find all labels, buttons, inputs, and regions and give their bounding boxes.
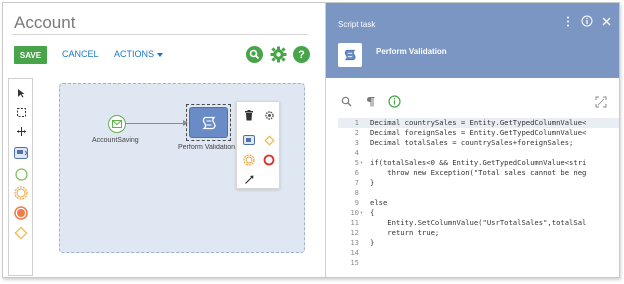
script-icon (201, 116, 216, 129)
add-intermediate-event-icon[interactable] (242, 153, 256, 167)
line-number: 6 (354, 168, 359, 177)
task-node-label: Perform Validation (178, 144, 236, 151)
code-line[interactable]: 7} (338, 178, 619, 188)
info-icon[interactable] (581, 15, 593, 27)
line-number: 11 (350, 218, 359, 227)
pointer-icon[interactable] (13, 85, 29, 101)
code-text: return true; (370, 228, 440, 237)
line-number: 12 (350, 228, 359, 237)
code-line[interactable]: 14 (338, 248, 619, 258)
gateway-icon[interactable] (13, 225, 29, 241)
paragraph-icon[interactable] (364, 95, 377, 108)
panel-header: Script task Perform Validation (326, 3, 619, 78)
code-editor[interactable]: 1 Decimal countrySales = Entity.GetTypedC… (338, 118, 619, 277)
code-text: Decimal totalSales = countrySales+foreig… (370, 138, 574, 147)
line-number: 13 (350, 238, 359, 247)
code-line[interactable]: 12 return true; (338, 228, 619, 238)
fold-toggle-icon[interactable]: ▾ (360, 158, 368, 168)
line-number: 9 (354, 198, 359, 207)
script-task-type-icon (338, 43, 362, 67)
code-text: if(totalSales<0 && Entity.GetTypedColumn… (370, 158, 587, 167)
envelope-icon (112, 120, 122, 128)
window-frame: Account SAVE CANCEL ACTIONS ? AccountSav… (2, 2, 620, 278)
code-line[interactable]: 13} (338, 238, 619, 248)
line-number: 14 (350, 248, 359, 257)
code-text: Entity.SetColumnValue("UsrTotalSales",to… (370, 218, 587, 227)
code-line[interactable]: 9 else (338, 198, 619, 208)
panel-task-name: Perform Validation (376, 47, 447, 56)
editor-toolbar (340, 95, 401, 108)
close-icon[interactable] (600, 15, 612, 27)
code-text: } (370, 178, 375, 187)
line-number: 15 (350, 258, 359, 267)
code-text: } (370, 238, 375, 247)
search-icon[interactable] (246, 46, 263, 63)
code-line[interactable]: 10 ▾{ (338, 208, 619, 218)
panel-title: Script task (338, 20, 376, 29)
connector-arrow-icon[interactable] (242, 172, 256, 186)
help-icon[interactable]: ? (293, 46, 310, 63)
title-divider (12, 34, 308, 35)
quick-actions-panel (236, 101, 280, 189)
add-task-icon[interactable] (242, 133, 256, 147)
code-text: throw new Exception("Total sales cannot … (370, 168, 587, 177)
more-options-icon[interactable] (562, 15, 574, 27)
expand-icon[interactable] (595, 95, 607, 108)
actions-label: ACTIONS (114, 49, 155, 59)
element-palette (8, 78, 33, 276)
start-event-label: AccountSaving (92, 137, 139, 144)
line-number: 8 (354, 188, 359, 197)
line-number: 1 (354, 118, 359, 127)
search-icon[interactable] (340, 95, 353, 108)
gear-icon[interactable] (269, 46, 287, 63)
pan-icon[interactable] (13, 123, 29, 139)
code-line[interactable]: 2 Decimal foreignSales = Entity.GetTypedC… (338, 128, 619, 138)
line-number: 10 (350, 208, 359, 217)
code-line[interactable]: 6 throw new Exception("Total sales canno… (338, 168, 619, 178)
code-text: else (370, 198, 388, 207)
properties-panel: Script task Perform Validation 1 Decimal… (325, 3, 619, 277)
intermediate-event-icon[interactable] (13, 185, 29, 201)
panel-header-actions (562, 15, 612, 27)
settings-icon[interactable] (262, 108, 276, 122)
start-event-node[interactable] (108, 115, 126, 133)
caret-down-icon (157, 52, 164, 57)
actions-menu-button[interactable]: ACTIONS (114, 49, 164, 59)
start-event-icon[interactable] (13, 166, 29, 182)
cancel-button[interactable]: CANCEL (62, 49, 99, 59)
lasso-icon[interactable] (13, 104, 29, 120)
code-text: Decimal foreignSales = Entity.GetTypedCo… (370, 128, 587, 137)
code-line[interactable]: 4 (338, 148, 619, 158)
add-end-event-icon[interactable] (262, 153, 276, 167)
code-line[interactable]: 8 (338, 188, 619, 198)
code-line[interactable]: 15 (338, 258, 619, 268)
script-task-body (189, 107, 228, 138)
script-task-palette-icon[interactable] (13, 145, 29, 161)
trash-icon[interactable] (242, 108, 256, 122)
line-number: 5 (354, 158, 359, 167)
page-title: Account (14, 13, 76, 32)
fold-toggle-icon[interactable]: ▾ (360, 208, 368, 218)
line-number: 3 (354, 138, 359, 147)
code-line[interactable]: 11 Entity.SetColumnValue("UsrTotalSales"… (338, 218, 619, 228)
line-number: 7 (354, 178, 359, 187)
script-task-node[interactable] (186, 104, 231, 141)
save-button[interactable]: SAVE (14, 46, 47, 64)
end-event-icon[interactable] (13, 205, 29, 221)
add-gateway-icon[interactable] (262, 133, 276, 147)
code-line[interactable]: 3 Decimal totalSales = countrySales+forei… (338, 138, 619, 148)
code-line[interactable]: 1 Decimal countrySales = Entity.GetTypedC… (338, 118, 619, 128)
line-number: 2 (354, 128, 359, 137)
code-text: { (370, 208, 375, 217)
info-icon[interactable] (388, 95, 401, 108)
code-text: Decimal countrySales = Entity.GetTypedCo… (370, 118, 587, 127)
line-number: 4 (354, 148, 359, 157)
code-line[interactable]: 5 ▾ if(totalSales<0 && Entity.GetTypedColu… (338, 158, 619, 168)
sequence-flow[interactable] (126, 123, 186, 124)
